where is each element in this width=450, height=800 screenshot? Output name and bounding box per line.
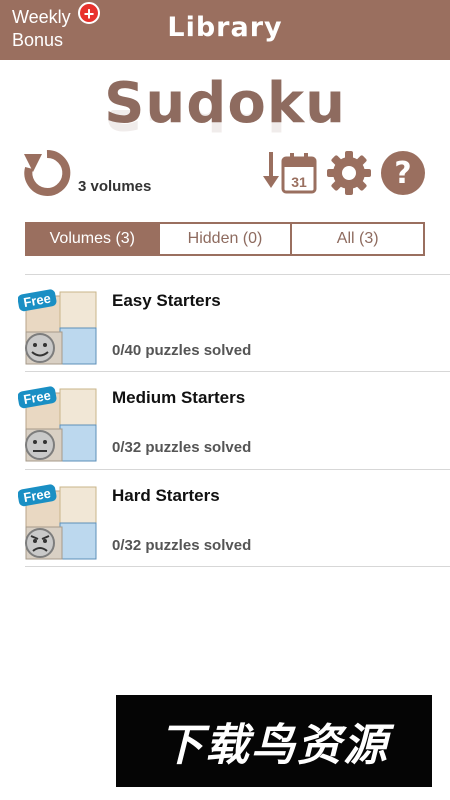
page-title: Library [167,12,283,43]
help-icon[interactable]: ? [380,150,426,196]
refresh-icon[interactable] [22,148,72,198]
volumes-count: 3 volumes [78,178,152,195]
sort-by-date-icon[interactable]: 31 [262,150,318,196]
tab-all[interactable]: All (3) [290,224,423,254]
calendar-day: 31 [291,174,307,190]
tab-hidden[interactable]: Hidden (0) [157,224,291,254]
divider [25,469,450,470]
volume-thumbnail: Free [18,386,97,462]
volume-progress: 0/32 puzzles solved [112,439,252,456]
volume-title: Medium Starters [112,388,246,407]
gear-icon[interactable] [326,150,372,196]
volume-row-medium[interactable]: Free Medium Starters 0/32 puzzles solved [0,373,450,469]
sudoku-logo-reflection: Sudoku [0,110,450,140]
volume-thumbnail: Free [18,289,97,365]
toolbar: 31 ? [0,148,450,200]
divider [25,371,450,372]
volume-progress: 0/32 puzzles solved [112,537,252,554]
volume-title: Hard Starters [112,486,220,505]
volume-thumbnail: Free [18,484,97,560]
ad-banner-text: 下载鸟资源 [159,720,389,771]
ad-banner[interactable]: 下载鸟资源 [116,695,432,787]
divider [25,274,450,275]
filter-tabs: Volumes (3) Hidden (0) All (3) [25,222,425,256]
volume-row-easy[interactable]: Free Easy Starters 0/40 puzzles solved [0,276,450,372]
volume-title: Easy Starters [112,291,221,310]
volume-progress: 0/40 puzzles solved [112,342,252,359]
divider [25,566,450,567]
tab-volumes[interactable]: Volumes (3) [27,224,158,254]
sudoku-logo: Sudoku Sudoku [0,72,450,150]
top-bar: Weekly Bonus + Library [0,0,450,60]
svg-text:?: ? [394,156,411,191]
volume-row-hard[interactable]: Free Hard Starters 0/32 puzzles solved [0,471,450,567]
